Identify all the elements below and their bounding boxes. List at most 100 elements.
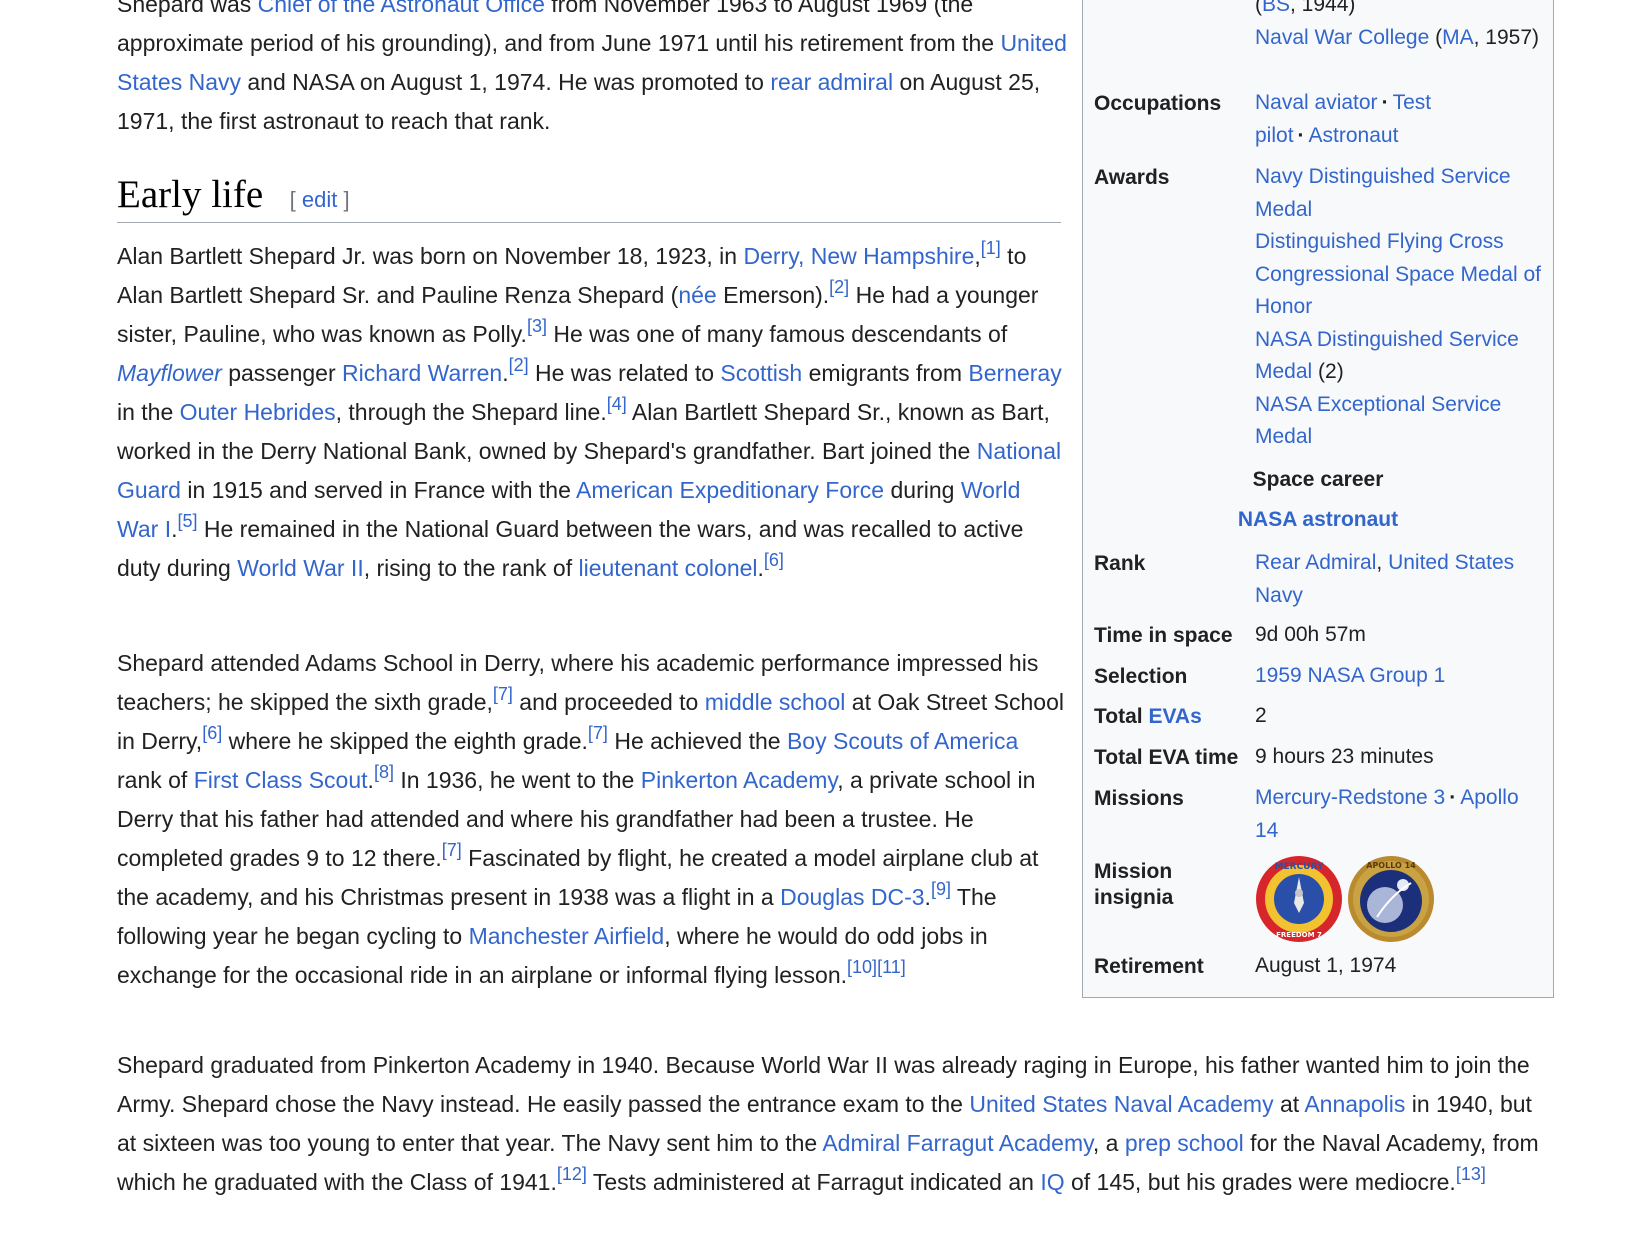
link-admiral-farragut-academy[interactable]: Admiral Farragut Academy [822,1130,1093,1156]
reference-link[interactable]: [4] [607,394,627,414]
total-eva-time-label: Total EVA time [1094,746,1239,769]
link-middle-school[interactable]: middle school [705,689,846,715]
reference-link[interactable]: [7] [493,684,513,704]
text: , [1376,551,1389,574]
lead-text: Shepard was [117,0,258,17]
text: In 1936, he went to the [393,767,641,793]
rank-label: Rank [1094,552,1146,575]
reference-link[interactable]: [13] [1456,1164,1486,1184]
link-mayflower[interactable]: Mayflower [117,360,222,386]
space-career-header: Space career [1252,468,1384,491]
text: during [884,477,961,503]
apollo-insignia-text: APOLLO 14 [1366,861,1416,870]
selection-value: 1959 NASA Group 1 [1255,660,1545,693]
reference-link[interactable]: [5] [177,511,197,531]
text: Emerson). [716,282,830,308]
paragraph-schooling: Shepard attended Adams School in Derry, … [117,650,1065,988]
link-rear-admiral[interactable]: rear admiral [770,69,893,95]
link-american-expeditionary-force[interactable]: American Expeditionary Force [576,477,884,503]
link-1959-nasa-group-1[interactable]: 1959 NASA Group 1 [1255,664,1445,687]
link-nee[interactable]: née [678,282,716,308]
link-navy-distinguished-service-medal[interactable]: Navy Distinguished Service Medal [1255,165,1511,221]
reference-link[interactable]: [9] [931,879,951,899]
text: He achieved the [607,728,787,754]
text: of 145, but his grades were mediocre. [1064,1169,1456,1195]
text: He was related to [528,360,721,386]
link-outer-hebrides[interactable]: Outer Hebrides [180,399,336,425]
reference-link[interactable]: [3] [527,316,547,336]
awards-label: Awards [1094,166,1170,189]
section-heading-early-life: Early life [ edit ] [117,172,1061,223]
edit-section-link: [ edit ] [290,187,350,212]
text: He was one of many famous descendants of [546,321,1008,347]
reference-link[interactable]: [8] [374,762,394,782]
apollo-14-insignia-icon[interactable]: APOLLO 14 [1347,855,1435,943]
link-world-war-ii[interactable]: World War II [237,555,364,581]
link-boy-scouts-of-america[interactable]: Boy Scouts of America [787,728,1018,754]
link-bs[interactable]: BS [1262,0,1290,16]
reference-link[interactable]: [1] [981,238,1001,258]
mercury-insignia-text: MERCURY [1275,862,1324,872]
mercury-insignia-icon[interactable]: MERCURY FREEDOM 7 [1255,855,1343,943]
edit-link[interactable]: edit [302,187,337,212]
lead-text: and NASA on August 1, 1974. He was promo… [241,69,771,95]
text: Total [1094,705,1149,728]
paragraph-naval-academy: Shepard graduated from Pinkerton Academy… [117,1046,1557,1202]
reference-link[interactable]: [11] [877,957,906,977]
link-astronaut[interactable]: Astronaut [1309,124,1399,147]
link-douglas-dc-3[interactable]: Douglas DC-3 [780,884,924,910]
link-ma[interactable]: MA [1442,26,1474,49]
retirement-value: August 1, 1974 [1255,954,1397,977]
time-in-space-label: Time in space [1094,624,1233,647]
link-iq[interactable]: IQ [1040,1169,1064,1195]
link-congressional-space-medal-of-honor[interactable]: Congressional Space Medal of Honor [1255,263,1541,319]
link-berneray[interactable]: Berneray [968,360,1061,386]
total-eva-time-value: 9 hours 23 minutes [1255,745,1434,768]
reference-link[interactable]: [7] [588,723,608,743]
text: in 1915 and served in France with the [180,477,577,503]
occupations-value: Naval aviator · Test pilot · Astronaut [1255,87,1545,152]
missions-label: Missions [1094,787,1184,810]
edit-bracket-close: ] [343,187,350,212]
reference-link[interactable]: [2] [829,277,849,297]
link-richard-warren[interactable]: Richard Warren [342,360,502,386]
link-first-class-scout[interactable]: First Class Scout [194,767,368,793]
reference-link[interactable]: [2] [509,355,529,375]
link-mercury-redstone-3[interactable]: Mercury-Redstone 3 [1255,786,1445,809]
link-distinguished-flying-cross[interactable]: Distinguished Flying Cross [1255,230,1504,253]
text: , 1944) [1290,0,1356,16]
reference-link[interactable]: [10] [847,957,877,977]
link-chief-astronaut-office[interactable]: Chief of the Astronaut Office [258,0,545,17]
text: where he skipped the eighth grade. [222,728,588,754]
award-count: (2) [1312,360,1344,383]
link-pinkerton-academy[interactable]: Pinkerton Academy [641,767,837,793]
link-united-states-naval-academy[interactable]: United States Naval Academy [969,1091,1273,1117]
link-naval-war-college[interactable]: Naval War College [1255,26,1429,49]
link-evas[interactable]: EVAs [1148,705,1201,728]
reference-link[interactable]: [12] [557,1164,587,1184]
mission-insignia-label: Mission insignia [1094,860,1174,909]
link-manchester-airfield[interactable]: Manchester Airfield [469,923,665,949]
link-naval-aviator[interactable]: Naval aviator [1255,91,1378,114]
link-prep-school[interactable]: prep school [1125,1130,1244,1156]
text: , a [1092,1130,1125,1156]
occupations-label: Occupations [1094,92,1222,115]
lead-paragraph-clip: Shepard was Chief of the Astronaut Offic… [0,0,1080,140]
paragraph-birth: Alan Bartlett Shepard Jr. was born on No… [117,238,1062,581]
link-annapolis[interactable]: Annapolis [1304,1091,1405,1117]
link-derry-new-hampshire[interactable]: Derry, New Hampshire [743,243,974,269]
link-lieutenant-colonel[interactable]: lieutenant colonel [579,555,758,581]
reference-link[interactable]: [7] [442,840,462,860]
link-rear-admiral-rank[interactable]: Rear Admiral [1255,551,1376,574]
reference-link[interactable]: [6] [764,550,784,570]
link-nasa-exceptional-service-medal[interactable]: NASA Exceptional Service Medal [1255,393,1501,449]
reference-link[interactable]: [6] [202,723,222,743]
mercury-insignia-subtext: FREEDOM 7 [1276,931,1322,939]
text: passenger [221,360,343,386]
text: Alan Bartlett Shepard Jr. was born on No… [117,243,744,269]
link-nasa-astronaut[interactable]: NASA astronaut [1238,508,1398,531]
link-scottish[interactable]: Scottish [720,360,802,386]
link-nasa-distinguished-service-medal[interactable]: NASA Distinguished Service Medal [1255,328,1519,384]
section-title: Early life [117,173,264,216]
infobox: (BS, 1944) Naval War College (MA, 1957) … [1082,0,1554,998]
